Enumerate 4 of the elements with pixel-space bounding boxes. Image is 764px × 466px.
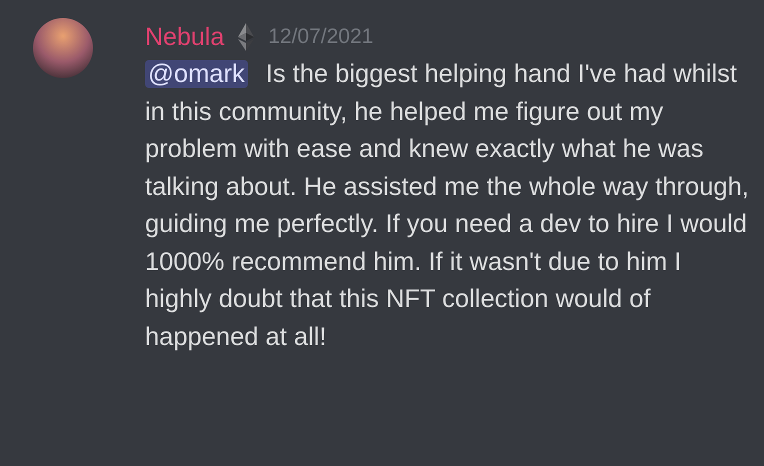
diamond-icon [238, 23, 254, 51]
message-timestamp: 12/07/2021 [268, 25, 374, 49]
message-text: @omark Is the biggest helping hand I've had whilst in this community, he helped me figure out my problem with ease and knew exactly what he was talking about. He assisted me the whole way through, guiding me perfectly. If you need a dev to hire I would 1000% recommend him. If it wasn't due to him I highly doubt that this NFT collection would of happened at all! [145, 59, 750, 352]
user-mention[interactable]: @omark [145, 60, 248, 88]
